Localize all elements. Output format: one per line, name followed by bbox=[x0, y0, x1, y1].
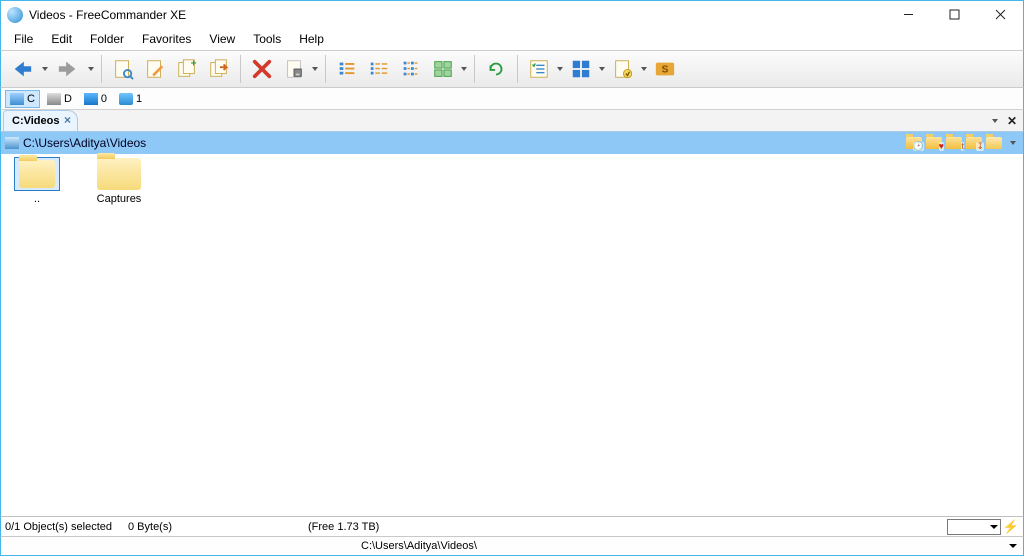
status-selection: 0/1 Object(s) selected bbox=[5, 521, 112, 533]
folder-icon bbox=[15, 158, 59, 190]
minimize-button[interactable] bbox=[885, 1, 931, 29]
menu-folder[interactable]: Folder bbox=[81, 30, 133, 48]
view-file-button[interactable] bbox=[108, 54, 138, 84]
folder-icon bbox=[97, 158, 141, 190]
tab-active[interactable]: C:Videos × bbox=[3, 110, 78, 131]
nav-back-dropdown[interactable] bbox=[41, 67, 49, 71]
drive-icon bbox=[84, 93, 98, 105]
view-dropdown[interactable] bbox=[460, 67, 468, 71]
wipe-dropdown[interactable] bbox=[311, 67, 319, 71]
menu-view[interactable]: View bbox=[200, 30, 244, 48]
menu-tools[interactable]: Tools bbox=[244, 30, 290, 48]
item-label: .. bbox=[5, 193, 69, 206]
command-path[interactable]: C:\Users\Aditya\Videos\ bbox=[361, 540, 477, 552]
file-list[interactable]: .. Captures bbox=[0, 154, 1024, 516]
drive-icon bbox=[5, 137, 19, 149]
status-size: 0 Byte(s) bbox=[128, 521, 172, 533]
favorite-folder-icon[interactable]: ♥ bbox=[925, 135, 943, 151]
drive-icon bbox=[47, 93, 61, 105]
tab-label: C:Videos bbox=[12, 115, 59, 127]
window-title: Videos - FreeCommander XE bbox=[29, 8, 186, 22]
copy-button[interactable]: + bbox=[172, 54, 202, 84]
edit-file-button[interactable] bbox=[140, 54, 170, 84]
list-item[interactable]: .. bbox=[5, 158, 69, 206]
delete-button[interactable] bbox=[247, 54, 277, 84]
history-folder-icon[interactable]: 🕑 bbox=[905, 135, 923, 151]
view-list-button[interactable] bbox=[332, 54, 362, 84]
action-doc-dropdown[interactable] bbox=[640, 67, 648, 71]
close-button[interactable] bbox=[977, 1, 1023, 29]
path-dropdown[interactable] bbox=[1005, 136, 1019, 150]
command-dropdown[interactable] bbox=[1009, 544, 1023, 548]
wipe-button[interactable] bbox=[279, 54, 309, 84]
maximize-button[interactable] bbox=[931, 1, 977, 29]
address-bar: C:\Users\Aditya\Videos 🕑 ♥ t ↧ bbox=[0, 132, 1024, 154]
view-details-button[interactable] bbox=[364, 54, 394, 84]
drive-label: 0 bbox=[101, 93, 107, 105]
drive-d-button[interactable]: D bbox=[42, 90, 77, 108]
app-icon bbox=[7, 7, 23, 23]
copy-path-icon[interactable] bbox=[985, 135, 1003, 151]
nav-back-button[interactable] bbox=[5, 54, 39, 84]
title-bar: Videos - FreeCommander XE bbox=[0, 0, 1024, 28]
tab-strip: C:Videos × ✕ bbox=[0, 110, 1024, 132]
refresh-button[interactable] bbox=[481, 54, 511, 84]
menu-file[interactable]: File bbox=[5, 30, 42, 48]
drive-0-button[interactable]: 0 bbox=[79, 90, 112, 108]
menu-help[interactable]: Help bbox=[290, 30, 333, 48]
checklist-dropdown[interactable] bbox=[556, 67, 564, 71]
view-thumbnails-button[interactable] bbox=[428, 54, 458, 84]
nav-forward-button[interactable] bbox=[51, 54, 85, 84]
menu-favorites[interactable]: Favorites bbox=[133, 30, 200, 48]
item-label: Captures bbox=[87, 193, 151, 206]
menu-bar: File Edit Folder Favorites View Tools He… bbox=[0, 28, 1024, 50]
drive-label: C bbox=[27, 93, 35, 105]
quick-filter-icon[interactable]: ⚡ bbox=[1003, 519, 1019, 535]
checklist-button[interactable] bbox=[524, 54, 554, 84]
s-button[interactable]: S bbox=[650, 54, 680, 84]
move-button[interactable] bbox=[204, 54, 234, 84]
drive-bar: C D 0 1 bbox=[0, 88, 1024, 110]
menu-edit[interactable]: Edit bbox=[42, 30, 81, 48]
svg-text:+: + bbox=[191, 58, 197, 69]
svg-text:S: S bbox=[662, 65, 669, 76]
drive-label: 1 bbox=[136, 93, 142, 105]
drive-1-button[interactable]: 1 bbox=[114, 90, 147, 108]
status-free-space: (Free 1.73 TB) bbox=[308, 521, 379, 533]
tab-close-icon[interactable]: × bbox=[61, 114, 73, 126]
tab-close-all-button[interactable]: ✕ bbox=[1005, 114, 1019, 128]
current-path[interactable]: C:\Users\Aditya\Videos bbox=[23, 136, 146, 150]
status-bar: 0/1 Object(s) selected 0 Byte(s) (Free 1… bbox=[0, 516, 1024, 536]
tiles-blue-dropdown[interactable] bbox=[598, 67, 606, 71]
filter-combo[interactable] bbox=[947, 519, 1001, 535]
drive-icon bbox=[119, 93, 133, 105]
list-item[interactable]: Captures bbox=[87, 158, 151, 206]
drive-c-button[interactable]: C bbox=[5, 90, 40, 108]
tiles-blue-button[interactable] bbox=[566, 54, 596, 84]
main-toolbar: + S bbox=[0, 50, 1024, 88]
command-bar: C:\Users\Aditya\Videos\ bbox=[0, 536, 1024, 556]
action-doc-button[interactable] bbox=[608, 54, 638, 84]
tab-list-dropdown[interactable] bbox=[987, 114, 1001, 128]
drive-label: D bbox=[64, 93, 72, 105]
nav-forward-dropdown[interactable] bbox=[87, 67, 95, 71]
drive-icon bbox=[10, 93, 24, 105]
filter-folder-icon[interactable]: ↧ bbox=[965, 135, 983, 151]
view-smallicons-button[interactable] bbox=[396, 54, 426, 84]
date-folder-icon[interactable]: t bbox=[945, 135, 963, 151]
